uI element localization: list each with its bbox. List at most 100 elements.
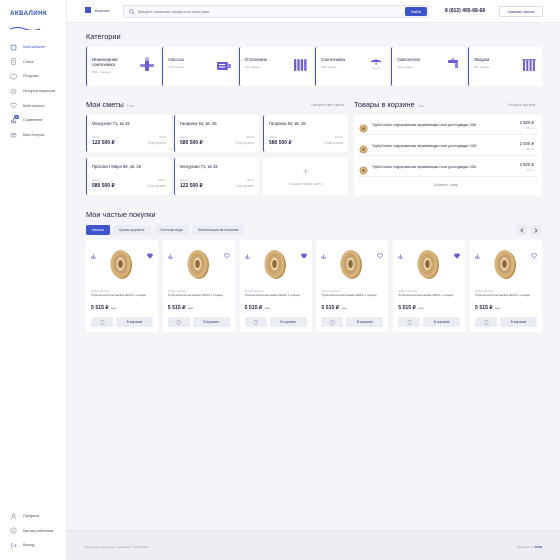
- category-card-2[interactable]: Насосы 324 товара: [162, 47, 237, 86]
- category-card-5[interactable]: Смесители 324 товара: [391, 47, 466, 86]
- sidebar-item-2[interactable]: Счета: [0, 55, 67, 70]
- cart-item-name: Труба Kofulso гофрированная нержавеющая …: [372, 144, 477, 148]
- estimate-card-2[interactable]: Гагарина 64, кв. 26 смета 580 500 ₽ 120 м² 3…: [174, 115, 259, 152]
- heart-icon[interactable]: [531, 246, 537, 264]
- footer-developer[interactable]: Разработка TWIN: [517, 545, 542, 549]
- document-button[interactable]: [167, 317, 190, 327]
- heart-icon[interactable]: [300, 246, 307, 264]
- in-cart-button[interactable]: В корзине: [116, 317, 153, 327]
- product-card[interactable]: Трубы и фитинги Труба металлопластиковая …: [86, 240, 158, 332]
- product-old-price: 13 ₽: [111, 307, 117, 310]
- product-card[interactable]: Трубы и фитинги Труба металлопластиковая …: [316, 240, 389, 332]
- sidebar-item-6[interactable]: Сравнение 36: [0, 113, 67, 128]
- filter-chip-3[interactable]: Счетчики воды: [153, 225, 190, 235]
- document-button[interactable]: [475, 317, 497, 327]
- carousel-prev-button[interactable]: [516, 225, 527, 235]
- filter-chip-2[interactable]: Краны шаровые: [113, 225, 151, 235]
- product-name[interactable]: Труба металлопластиковая VESOL 1 точадин: [91, 294, 155, 297]
- product-card[interactable]: Трубы и фитинги Труба металлопластиковая …: [162, 240, 235, 332]
- product-name[interactable]: Труба металлопластиковая VESOL 1 точадин: [168, 294, 232, 297]
- invoice-icon: [10, 58, 17, 65]
- document-button[interactable]: [398, 317, 421, 327]
- product-card[interactable]: Трубы и фитинги Труба металлопластиковая …: [470, 240, 542, 332]
- product-price: 5 515 ₽: [475, 305, 493, 311]
- carousel-next-button[interactable]: [530, 225, 541, 235]
- product-card[interactable]: Трубы и фитинги Труба металлопластиковая …: [239, 240, 312, 332]
- heart-icon[interactable]: [377, 246, 384, 264]
- history-icon: [10, 88, 17, 95]
- purchase-filters: Насосы Краны шаровые Счетчики воды Канализа…: [86, 225, 245, 235]
- estimate-area: 98 м²: [159, 135, 166, 139]
- estimate-card-1[interactable]: Менурная 71, кв 43 смета 122 500 ₽ 98 м² 1 р…: [86, 115, 171, 152]
- open-cart-link[interactable]: Открыть корзину: [508, 103, 535, 107]
- in-cart-button[interactable]: В корзине: [346, 317, 384, 327]
- compare-icon[interactable]: [398, 246, 403, 264]
- heart-icon[interactable]: [223, 246, 230, 264]
- sidebar-item-5[interactable]: Мой каталог: [0, 98, 67, 113]
- cart-item[interactable]: Труба Kofulso гофрированная нержавеющая …: [358, 157, 538, 177]
- cart-item-price: 2 500 ₽: [519, 141, 534, 146]
- product-name[interactable]: Труба металлопластиковая VESOL 1 точадин: [321, 294, 385, 297]
- all-estimates-link[interactable]: Смотреть все сметы: [311, 103, 344, 107]
- new-estimate-button[interactable]: + Создать новую смету: [263, 158, 348, 195]
- product-price: 5 515 ₽: [398, 305, 416, 311]
- document-button[interactable]: [321, 317, 344, 327]
- search-input[interactable]: [138, 6, 398, 17]
- callback-button[interactable]: Заказать звонок: [499, 6, 543, 17]
- in-cart-button[interactable]: В корзине: [192, 317, 230, 327]
- heart-icon[interactable]: [147, 246, 153, 264]
- catalog-button[interactable]: Каталог: [85, 7, 110, 13]
- footer-dev-prefix: Разработка: [517, 545, 534, 549]
- cart-item[interactable]: Труба Kofulso гофрированная нержавеющая …: [358, 115, 538, 135]
- compare-icon[interactable]: [245, 246, 250, 264]
- product-card[interactable]: Трубы и фитинги Труба металлопластиковая …: [393, 240, 466, 332]
- sidebar-item-3[interactable]: Выход: [0, 538, 67, 553]
- product-name[interactable]: Труба металлопластиковая VESOL 1 точадин: [475, 294, 539, 297]
- category-card-4[interactable]: Сантехника 324 товара: [314, 47, 390, 86]
- category-card-6[interactable]: Экодом 324 товара: [467, 47, 542, 86]
- in-cart-button[interactable]: В корзине: [423, 317, 461, 327]
- compare-icon[interactable]: [321, 246, 326, 264]
- logo[interactable]: АКВАЛИНК: [9, 10, 60, 31]
- header: Каталог Найти 8 (812) 495-68-68 Заказать…: [67, 0, 560, 23]
- document-icon: [484, 319, 488, 325]
- filter-chip-4[interactable]: Канализация автономная: [192, 225, 245, 235]
- category-card-1[interactable]: Инженерная сантехника 500+ товаров: [86, 47, 161, 86]
- document-button[interactable]: [91, 317, 113, 327]
- product-name[interactable]: Труба металлопластиковая VESOL 1 точадин: [245, 294, 309, 297]
- estimate-card-5[interactable]: Менурная 71, кв 43 смета 122 500 ₽ 98 м² 1 р…: [174, 158, 259, 195]
- estimate-card-3[interactable]: Гагарина 64, кв. 26 смета 580 500 ₽ 120 м² 3…: [263, 115, 348, 152]
- heart-icon[interactable]: [454, 246, 461, 264]
- compare-icon[interactable]: [91, 246, 96, 264]
- add-product-link[interactable]: Добавить товар →: [354, 183, 542, 187]
- faucet-icon: [444, 56, 462, 74]
- cart-item[interactable]: Труба Kofulso гофрированная нержавеющая …: [358, 136, 538, 156]
- footer-dev-name: TWIN: [534, 545, 542, 549]
- sidebar-item-1[interactable]: Мой кабинет: [0, 40, 67, 55]
- compare-icon[interactable]: [168, 246, 173, 264]
- document-button[interactable]: [244, 317, 267, 327]
- cart-item-name: Труба Kofulso гофрированная нержавеющая …: [372, 165, 477, 169]
- in-cart-button[interactable]: В корзине: [500, 317, 537, 327]
- pipe-coil-icon: [359, 162, 368, 175]
- compare-icon[interactable]: [475, 246, 480, 264]
- estimate-name: Менурная 71, кв 43: [92, 121, 130, 126]
- phone-number[interactable]: 8 (812) 495-68-68: [445, 8, 485, 14]
- document-icon: [100, 319, 104, 325]
- cart-title: Товары в корзине 3 шт: [354, 100, 425, 109]
- estimates-grid: Менурная 71, кв 43 смета 122 500 ₽98 м² 1 р…: [86, 115, 348, 195]
- search-box: Найти: [123, 5, 429, 18]
- sidebar-item-3[interactable]: Отгрузки: [0, 69, 67, 84]
- sidebar-item-1[interactable]: Профиль: [0, 509, 67, 524]
- sidebar-item-7[interactable]: Мои бонусы: [0, 128, 67, 143]
- search-button[interactable]: Найти: [405, 7, 427, 16]
- filter-chip-1[interactable]: Насосы: [86, 225, 111, 235]
- sidebar-item-2[interactable]: Как мы работаем: [0, 524, 67, 539]
- sidebar-item-4[interactable]: История запросов: [0, 84, 67, 99]
- estimate-purchases: 1 раз купили: [147, 141, 166, 145]
- category-card-3[interactable]: Отопление 324 товара: [238, 47, 313, 86]
- estimate-card-4[interactable]: Проспект Мира 98, кв. 26 смета 580 500 ₽ 12…: [86, 158, 171, 195]
- in-cart-button[interactable]: В корзине: [269, 317, 307, 327]
- logout-icon: [10, 542, 17, 549]
- product-name[interactable]: Труба металлопластиковая VESOL 1 точадин: [398, 294, 462, 297]
